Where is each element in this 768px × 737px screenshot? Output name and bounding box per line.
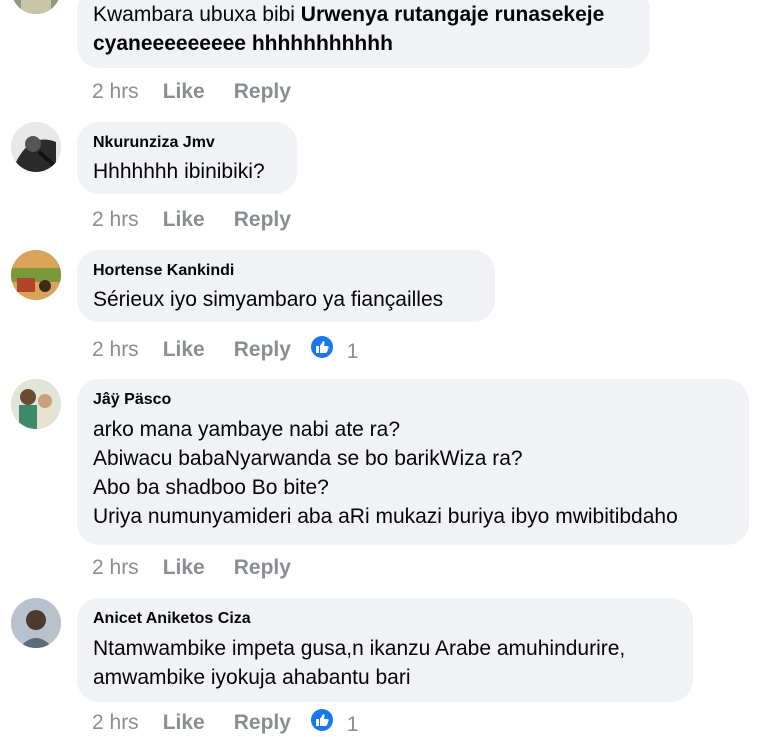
commenter-avatar[interactable] xyxy=(11,122,61,172)
comment-line: Abiwacu babaNyarwanda se bo barikWiza ra… xyxy=(93,447,523,470)
comment-line: Uriya numunyamideri aba aRi mukazi buriy… xyxy=(93,505,678,528)
comment-timestamp[interactable]: 2 hrs xyxy=(92,338,139,362)
comment-line: Hhhhhhh ibinibiki? xyxy=(93,160,265,183)
comment-author[interactable]: Hortense Kankindi xyxy=(93,262,234,280)
comment-line: amwambike iyokuja ahabantu bari xyxy=(93,666,411,689)
comment-bubble: Anicet Aniketos Ciza Ntamwambike impeta … xyxy=(77,598,693,702)
like-button[interactable]: Like xyxy=(163,80,205,104)
reaction-count: 1 xyxy=(346,713,359,736)
comment-actions: 2 hrs Like Reply xyxy=(92,208,291,232)
comment-timestamp[interactable]: 2 hrs xyxy=(92,711,139,735)
comment-text: Hhhhhhh ibinibiki? xyxy=(93,157,265,186)
commenter-avatar[interactable] xyxy=(11,598,61,648)
like-button[interactable]: Like xyxy=(163,338,205,362)
comment-bubble: Nkurunziza Jmv Hhhhhhh ibinibiki? xyxy=(77,122,297,194)
comment-text: Kwambara ubuxa bibi Urwenya rutangaje ru… xyxy=(93,0,604,58)
comment-line: Ntamwambike impeta gusa,n ikanzu Arabe a… xyxy=(93,637,626,660)
comment-timestamp[interactable]: 2 hrs xyxy=(92,80,139,104)
comment-author[interactable]: Anicet Aniketos Ciza xyxy=(93,610,251,628)
comment-actions: 2 hrs Like Reply xyxy=(92,556,291,580)
comment-bubble: Hortense Kankindi Sérieux iyo simyambaro… xyxy=(77,250,495,322)
comment-actions: 2 hrs Like Reply 1 xyxy=(92,336,358,364)
comment-text: Sérieux iyo simyambaro ya fiançailles xyxy=(93,285,443,314)
comment-line: arko mana yambaye nabi ate ra? xyxy=(93,418,401,441)
comment-timestamp[interactable]: 2 hrs xyxy=(92,556,139,580)
comment-text: arko mana yambaye nabi ate ra? Abiwacu b… xyxy=(93,415,678,531)
thumbs-up-icon xyxy=(310,709,333,731)
reply-button[interactable]: Reply xyxy=(234,80,291,104)
like-button[interactable]: Like xyxy=(163,711,205,735)
reaction-summary[interactable]: 1 xyxy=(310,336,359,364)
comment-text-plain: Kwambara ubuxa bibi xyxy=(93,3,301,26)
comment-bubble: Kwambara ubuxa bibi Urwenya rutangaje ru… xyxy=(77,0,650,68)
comment-timestamp[interactable]: 2 hrs xyxy=(92,208,139,232)
comment-author[interactable]: Nkurunziza Jmv xyxy=(93,134,215,152)
comment-text-bold: Urwenya rutangaje runasekeje xyxy=(300,3,605,26)
comment-text-bold: cyaneeeeeeeee hhhhhhhhhhh xyxy=(93,32,393,55)
like-button[interactable]: Like xyxy=(163,208,205,232)
comment-line: Sérieux iyo simyambaro ya fiançailles xyxy=(93,288,444,311)
reply-button[interactable]: Reply xyxy=(234,556,291,580)
comment-text: Ntamwambike impeta gusa,n ikanzu Arabe a… xyxy=(93,634,625,692)
like-button[interactable]: Like xyxy=(163,556,205,580)
comment-actions: 2 hrs Like Reply xyxy=(92,80,291,104)
comment-line: Abo ba shadboo Bo bite? xyxy=(93,476,329,499)
reaction-summary[interactable]: 1 xyxy=(310,709,359,737)
comment-bubble: Jâÿ Päsco arko mana yambaye nabi ate ra?… xyxy=(77,379,749,545)
comment-actions: 2 hrs Like Reply 1 xyxy=(92,709,358,737)
commenter-avatar[interactable] xyxy=(11,0,61,14)
commenter-avatar[interactable] xyxy=(11,379,61,429)
thumbs-up-icon xyxy=(310,336,333,358)
reaction-count: 1 xyxy=(346,340,359,363)
reply-button[interactable]: Reply xyxy=(234,338,291,362)
comment-author[interactable]: Jâÿ Päsco xyxy=(93,391,171,409)
commenter-avatar[interactable] xyxy=(11,250,61,300)
reply-button[interactable]: Reply xyxy=(234,711,291,735)
reply-button[interactable]: Reply xyxy=(234,208,291,232)
